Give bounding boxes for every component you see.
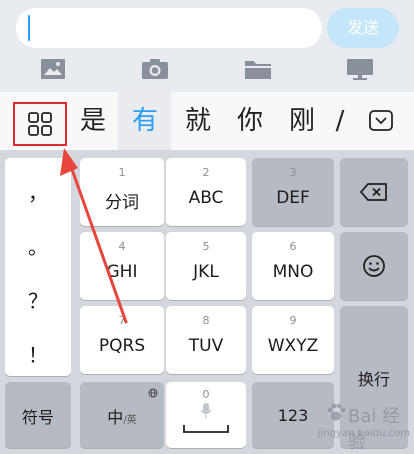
image-icon[interactable]	[40, 58, 66, 80]
microphone-icon	[200, 403, 212, 418]
backspace-icon	[360, 183, 387, 201]
symbol-key[interactable]: 符号	[5, 382, 71, 448]
paw-icon	[327, 403, 346, 421]
key-label: WXYZ	[267, 336, 319, 356]
symbol-label: 符号	[21, 408, 54, 427]
key-5[interactable]: 5 JKL	[166, 232, 246, 300]
candidate-word[interactable]: 刚	[279, 92, 325, 150]
key-label: DEF	[276, 188, 310, 208]
key-label: TUV	[188, 336, 224, 356]
key-number: 9	[289, 314, 297, 327]
smiley-icon	[363, 255, 385, 277]
punct-exclamation[interactable]: ！	[5, 328, 71, 382]
key-label: PQRS	[98, 336, 146, 356]
text-caret	[28, 15, 30, 41]
key-2[interactable]: 2 ABC	[166, 158, 246, 226]
key-3[interactable]: 3 DEF	[252, 158, 334, 226]
key-label: JKL	[193, 262, 219, 282]
desktop-icon[interactable]	[346, 58, 374, 82]
globe-icon	[148, 388, 158, 398]
spacebar-icon	[183, 425, 229, 433]
lang-alt-label: /英	[123, 415, 137, 426]
key-label: MNO	[272, 262, 314, 282]
candidate-word[interactable]: 是	[72, 92, 114, 150]
language-switch-key[interactable]: 中/英	[80, 382, 164, 448]
send-button[interactable]: 发送	[327, 8, 399, 48]
key-number: 2	[202, 166, 210, 179]
key-8[interactable]: 8 TUV	[166, 306, 246, 374]
key-4[interactable]: 4 GHI	[80, 232, 164, 300]
backspace-key[interactable]	[340, 158, 408, 226]
punct-period[interactable]: 。	[5, 220, 71, 274]
key-number: 1	[118, 166, 126, 179]
key-label: ABC	[188, 188, 224, 208]
key-6[interactable]: 6 MNO	[252, 232, 334, 300]
space-key[interactable]: 0	[166, 382, 246, 448]
candidate-word[interactable]: 就	[175, 92, 221, 150]
newline-label: 换行	[357, 370, 390, 389]
camera-icon[interactable]	[141, 58, 169, 80]
key-label: GHI	[106, 262, 138, 282]
candidate-word[interactable]: 你	[227, 92, 273, 150]
candidate-word-selected[interactable]: 有	[123, 92, 167, 150]
key-number: 5	[202, 240, 210, 253]
candidate-menu-button[interactable]	[13, 102, 67, 146]
watermark-url: jingyan.baidu.com	[317, 428, 410, 439]
key-number: 8	[202, 314, 210, 327]
punct-comma[interactable]: ，	[5, 166, 71, 220]
key-number: 4	[118, 240, 126, 253]
key-number: 3	[289, 166, 297, 179]
key-number: 6	[289, 240, 297, 253]
lang-main-label: 中	[107, 408, 124, 427]
emoji-key[interactable]	[340, 232, 408, 300]
collapse-keyboard-icon[interactable]	[364, 106, 398, 136]
candidate-word-partial[interactable]: /	[332, 92, 348, 150]
grid-icon	[28, 112, 52, 136]
space-number: 0	[202, 388, 210, 401]
key-1[interactable]: 1 分词	[80, 158, 164, 226]
punct-question[interactable]: ？	[5, 274, 71, 328]
punctuation-column[interactable]: ， 。 ？ ！	[5, 158, 71, 376]
watermark: Bai 经验 jingyan.baidu.com	[300, 398, 410, 453]
key-label: 分词	[105, 193, 139, 213]
message-input[interactable]	[16, 8, 322, 48]
key-number: 7	[118, 314, 126, 327]
key-7[interactable]: 7 PQRS	[80, 306, 164, 374]
folder-icon[interactable]	[244, 58, 272, 80]
key-9[interactable]: 9 WXYZ	[252, 306, 334, 374]
